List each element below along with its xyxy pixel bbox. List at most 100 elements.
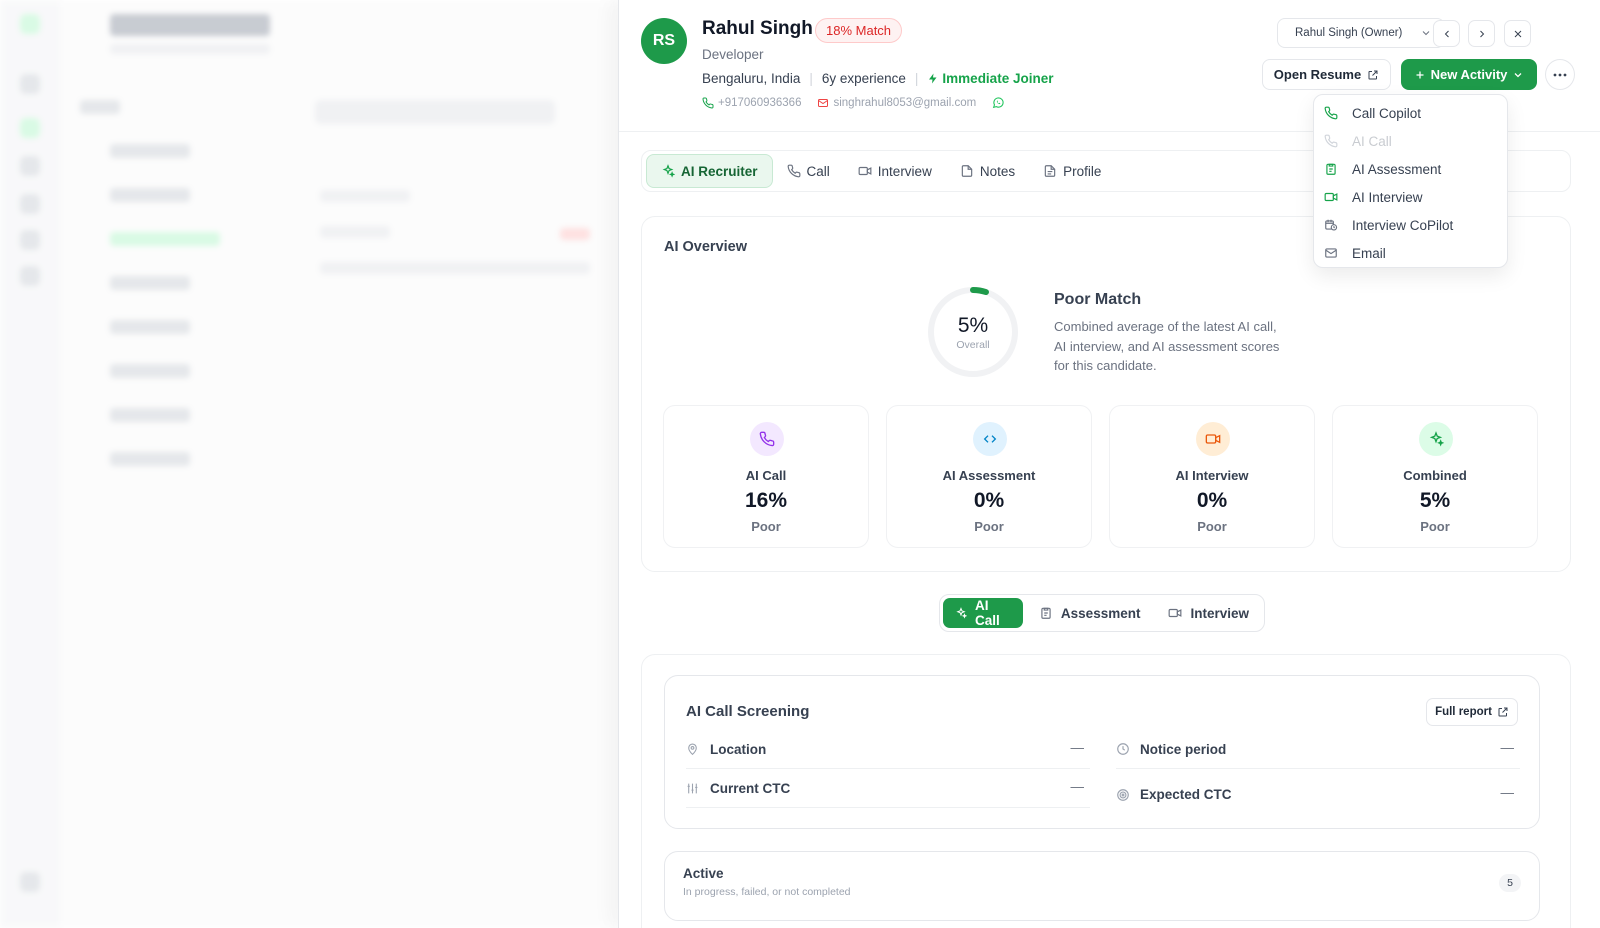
clock-icon — [1116, 742, 1140, 756]
match-description: Combined average of the latest AI call, … — [1054, 319, 1280, 373]
candidate-phone[interactable]: +917060936366 — [718, 97, 801, 109]
video-icon — [858, 166, 872, 176]
active-count-badge: 5 — [1499, 874, 1521, 892]
match-badge: 18% Match — [815, 18, 903, 43]
plus-icon — [1416, 71, 1424, 78]
sparkles-icon — [1419, 422, 1453, 456]
menu-item-label: AI Assessment — [1352, 161, 1442, 177]
more-horizontal-icon — [1553, 73, 1567, 76]
active-activities-card[interactable]: Active In progress, failed, or not compl… — [664, 851, 1540, 921]
menu-item-label: Call Copilot — [1352, 105, 1422, 121]
field-label: Notice period — [1140, 741, 1227, 757]
candidate-role: Developer — [702, 47, 764, 62]
score-status: Poor — [1197, 519, 1227, 534]
menu-item-call-copilot[interactable]: Call Copilot — [1314, 99, 1507, 127]
field-value: — — [1500, 785, 1515, 800]
subtab-ai-call[interactable]: AI Call — [943, 598, 1023, 628]
previous-candidate-button[interactable] — [1433, 20, 1460, 47]
tab-profile[interactable]: Profile — [1029, 154, 1115, 188]
result-subtabs: AI Call Assessment Interview — [939, 594, 1265, 632]
tab-notes[interactable]: Notes — [946, 154, 1029, 188]
calendar-clock-icon — [1325, 219, 1338, 231]
ai-call-screening-card: AI Call Screening Full report Location —… — [664, 675, 1540, 829]
clipboard-icon — [1326, 163, 1336, 175]
availability-label: Immediate Joiner — [942, 71, 1054, 86]
match-verdict: Poor Match — [1054, 291, 1142, 308]
chevron-down-icon — [1514, 72, 1522, 77]
sliders-icon — [686, 782, 710, 795]
chevron-down-icon — [1422, 31, 1430, 36]
close-drawer-button[interactable] — [1504, 20, 1531, 47]
tab-label: Call — [806, 163, 830, 179]
tab-label: Interview — [877, 163, 932, 179]
chevron-right-icon — [1479, 30, 1484, 37]
background-rail — [0, 0, 60, 928]
full-report-label: Full report — [1435, 706, 1492, 718]
avatar: RS — [641, 18, 687, 64]
menu-item-ai-call: AI Call — [1314, 127, 1507, 155]
ai-overview-title: AI Overview — [664, 239, 748, 255]
score-label: Combined — [1403, 468, 1467, 483]
score-label: AI Interview — [1175, 468, 1249, 483]
ai-call-section: AI Call Screening Full report Location —… — [641, 654, 1571, 928]
phone-icon — [750, 422, 784, 456]
tab-call[interactable]: Call — [773, 154, 844, 188]
video-icon — [1324, 192, 1338, 202]
owner-select[interactable]: Rahul Singh (Owner) — [1277, 18, 1445, 48]
clipboard-icon — [1041, 607, 1051, 619]
next-candidate-button[interactable] — [1468, 20, 1495, 47]
candidate-experience: 6y experience — [821, 71, 906, 86]
screening-title: AI Call Screening — [686, 703, 810, 720]
new-activity-button[interactable]: New Activity — [1401, 59, 1537, 90]
mail-icon — [818, 98, 829, 107]
subtab-assessment[interactable]: Assessment — [1027, 598, 1153, 628]
external-link-icon — [1368, 70, 1378, 79]
full-report-button[interactable]: Full report — [1426, 698, 1518, 726]
menu-item-label: AI Interview — [1352, 189, 1423, 205]
score-status: Poor — [1420, 519, 1450, 534]
tab-label: AI Recruiter — [681, 163, 758, 179]
subtab-label: Interview — [1190, 605, 1249, 621]
field-location: Location — — [686, 730, 1090, 769]
subtab-interview[interactable]: Interview — [1156, 598, 1261, 628]
menu-item-interview-copilot[interactable]: Interview CoPilot — [1314, 211, 1507, 239]
tab-ai-recruiter[interactable]: AI Recruiter — [646, 154, 773, 188]
field-value: — — [1070, 779, 1085, 794]
more-options-button[interactable] — [1545, 59, 1575, 90]
field-expected-ctc: Expected CTC — — [1116, 775, 1520, 814]
video-icon — [1169, 608, 1182, 618]
menu-item-email[interactable]: Email — [1314, 239, 1507, 267]
phone-icon — [787, 164, 800, 178]
score-value: 5% — [1419, 489, 1451, 512]
external-link-icon — [1498, 707, 1508, 717]
score-card-combined: Combined 5% Poor — [1332, 405, 1538, 548]
open-resume-button[interactable]: Open Resume — [1262, 59, 1391, 90]
score-label: AI Call — [745, 468, 787, 483]
close-icon — [1514, 30, 1521, 37]
new-activity-menu: Call Copilot AI Call AI Assessment AI In… — [1313, 94, 1508, 268]
whatsapp-icon[interactable] — [992, 96, 1005, 109]
menu-item-ai-assessment[interactable]: AI Assessment — [1314, 155, 1507, 183]
score-label: AI Assessment — [942, 468, 1036, 483]
chevron-left-icon — [1444, 30, 1449, 37]
active-title: Active — [683, 866, 724, 881]
overall-score-label: Overall — [956, 339, 990, 351]
mail-icon — [1325, 248, 1337, 258]
menu-item-label: Email — [1352, 245, 1386, 261]
tab-interview[interactable]: Interview — [844, 154, 946, 188]
phone-icon — [1324, 134, 1338, 148]
sparkles-icon — [956, 607, 967, 619]
contact-row: +917060936366 singhrahul8053@gmail.com — [702, 96, 1005, 109]
menu-item-ai-interview[interactable]: AI Interview — [1314, 183, 1507, 211]
candidate-email[interactable]: singhrahul8053@gmail.com — [833, 97, 976, 109]
open-resume-label: Open Resume — [1273, 67, 1362, 82]
score-value: 0% — [973, 489, 1005, 512]
bolt-icon — [929, 73, 937, 84]
field-label: Current CTC — [710, 780, 791, 796]
subtab-label: AI Call — [974, 598, 1000, 628]
divider: | — [914, 71, 919, 86]
map-pin-icon — [686, 743, 710, 756]
sparkles-icon — [662, 164, 675, 178]
new-activity-label: New Activity — [1430, 67, 1508, 82]
field-label: Expected CTC — [1140, 787, 1232, 802]
